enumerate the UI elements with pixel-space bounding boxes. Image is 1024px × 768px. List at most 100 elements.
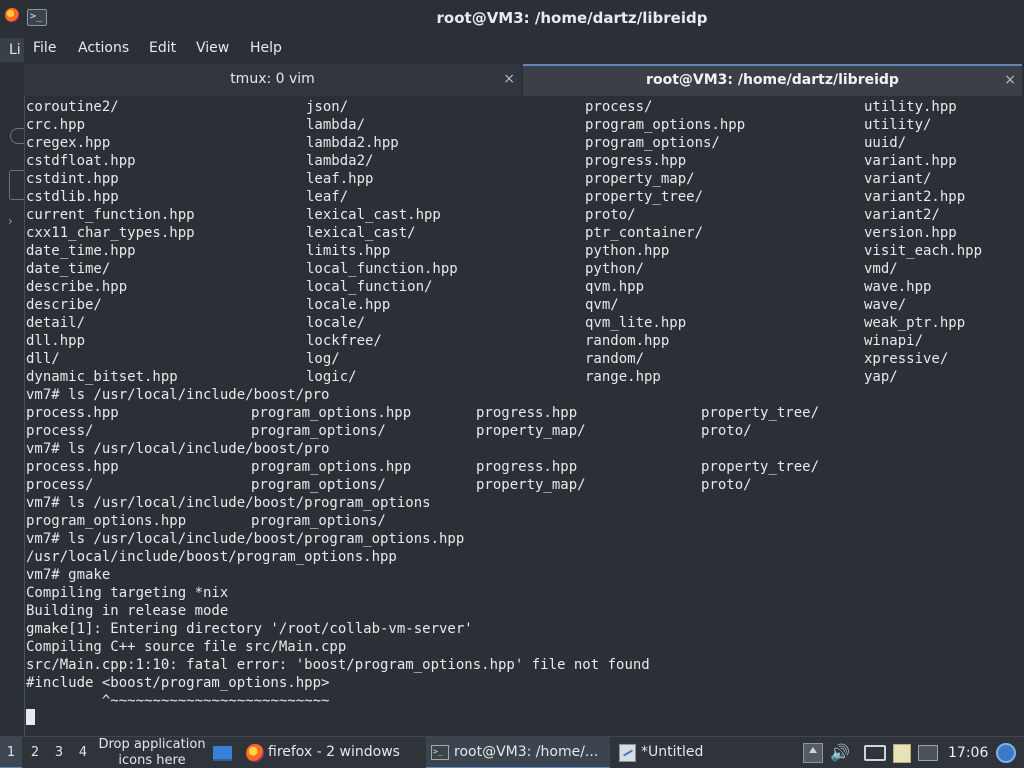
terminal-text: winapi/ [864, 333, 924, 349]
terminal-icon: >_ [431, 745, 449, 760]
terminal-text: proto/ [701, 423, 752, 439]
window-titlebar[interactable]: >_ root@VM3: /home/dartz/libreidp [24, 0, 1024, 36]
terminal-text: #include <boost/program_options.hpp> [26, 675, 330, 691]
terminal-text: property_map/ [585, 171, 695, 187]
terminal-text: vmd/ [864, 261, 898, 277]
network-icon[interactable] [864, 745, 886, 761]
desktop-widget-edge [9, 170, 24, 200]
terminal-text: wave/ [864, 297, 907, 313]
terminal-text: vm7# ls /usr/local/include/boost/program… [26, 531, 465, 547]
terminal-text: property_tree/ [701, 405, 820, 421]
quicklaunch-drop-area[interactable]: Drop application icons here [94, 737, 210, 768]
show-desktop-icon[interactable] [213, 746, 232, 761]
terminal-text: lambda2.hpp [306, 135, 399, 151]
terminal-text: lexical_cast.hpp [306, 207, 441, 223]
terminal-text: random/ [585, 351, 645, 367]
terminal-text: proto/ [701, 477, 752, 493]
terminal-text: wave.hpp [864, 279, 932, 295]
terminal-text: program_options/ [251, 423, 386, 439]
terminal-text: lexical_cast/ [306, 225, 416, 241]
terminal-text: src/Main.cpp:1:10: fatal error: 'boost/p… [26, 657, 650, 673]
terminal-text: json/ [306, 99, 349, 115]
terminal-text: python/ [585, 261, 645, 277]
keyboard-icon[interactable] [918, 745, 938, 761]
tab-tmux[interactable]: tmux: 0 vim × [24, 64, 521, 96]
terminal-window: >_ root@VM3: /home/dartz/libreidp File A… [24, 0, 1024, 736]
terminal-text: visit_each.hpp [864, 243, 983, 259]
workspace-2[interactable]: 2 [24, 737, 46, 768]
terminal-text: process.hpp [26, 405, 119, 421]
terminal-text: date_time/ [26, 261, 111, 277]
terminal-text: local_function/ [306, 279, 433, 295]
terminal-text: variant.hpp [864, 153, 957, 169]
close-icon[interactable]: × [1004, 66, 1016, 95]
terminal-text: utility.hpp [864, 99, 957, 115]
task-label: *Untitled [641, 744, 704, 760]
terminal-text: variant2.hpp [864, 189, 966, 205]
terminal-text: program_options/ [251, 477, 386, 493]
terminal-text: process.hpp [26, 459, 119, 475]
terminal-text: proto/ [585, 207, 636, 223]
desktop-background: Li › [0, 0, 24, 736]
menu-edit[interactable]: Edit [149, 40, 176, 56]
terminal-text: describe.hpp [26, 279, 128, 295]
terminal-text: current_function.hpp [26, 207, 195, 223]
terminal-text: random.hpp [585, 333, 670, 349]
terminal-text: lockfree/ [306, 333, 382, 349]
terminal-text: gmake[1]: Entering directory '/root/coll… [26, 621, 473, 637]
terminal-text: cstdlib.hpp [26, 189, 119, 205]
terminal-text: property_tree/ [701, 459, 820, 475]
terminal-text: program_options.hpp [251, 405, 412, 421]
upload-icon[interactable] [803, 743, 823, 763]
firefox-icon [246, 744, 264, 762]
desktop-item-label[interactable]: Li [0, 38, 24, 62]
workspace-3[interactable]: 3 [48, 737, 70, 768]
tab-root-shell[interactable]: root@VM3: /home/dartz/libreidp × [523, 64, 1022, 96]
terminal-text: dynamic_bitset.hpp [26, 369, 178, 385]
terminal-text: coroutine2/ [26, 99, 119, 115]
terminal-text: dll.hpp [26, 333, 86, 349]
terminal-text: describe/ [26, 297, 102, 313]
menu-file[interactable]: File [33, 40, 56, 56]
firefox-desktop-icon[interactable] [5, 8, 19, 22]
terminal-text: limits.hpp [306, 243, 391, 259]
terminal-output[interactable]: coroutine2/json/process/utility.hpp crc.h… [24, 96, 1024, 736]
tab-label: root@VM3: /home/dartz/libreidp [646, 72, 899, 88]
terminal-text: locale/ [306, 315, 366, 331]
terminal-text: property_tree/ [585, 189, 704, 205]
terminal-text: utility/ [864, 117, 932, 133]
terminal-text: xpressive/ [864, 351, 949, 367]
terminal-text: vm7# ls /usr/local/include/boost/program… [26, 495, 431, 511]
close-icon[interactable]: × [503, 64, 515, 95]
clock[interactable]: 17:06 [948, 737, 988, 768]
task-terminal[interactable]: >_ root@VM3: /home/... [426, 737, 610, 768]
terminal-text: program_options.hpp [585, 117, 746, 133]
terminal-text: /usr/local/include/boost/program_options… [26, 549, 397, 565]
terminal-text: program_options/ [251, 513, 386, 529]
app-menu-icon[interactable] [996, 743, 1016, 763]
clipboard-icon[interactable] [893, 744, 911, 763]
terminal-text: version.hpp [864, 225, 957, 241]
terminal-text: qvm/ [585, 297, 619, 313]
terminal-text: progress.hpp [476, 459, 578, 475]
terminal-text: qvm_lite.hpp [585, 315, 687, 331]
terminal-text: log/ [306, 351, 340, 367]
workspace-1[interactable]: 1 [0, 737, 22, 768]
terminal-text: progress.hpp [585, 153, 687, 169]
menu-view[interactable]: View [196, 40, 229, 56]
terminal-text: detail/ [26, 315, 86, 331]
workspace-4[interactable]: 4 [72, 737, 94, 768]
desktop-widget-edge [10, 128, 24, 144]
terminal-text: program_options.hpp [251, 459, 412, 475]
chevron-right-icon[interactable]: › [8, 214, 13, 228]
terminal-text: local_function.hpp [306, 261, 458, 277]
task-text-editor[interactable]: *Untitled [614, 737, 794, 768]
terminal-text: variant/ [864, 171, 932, 187]
menu-actions[interactable]: Actions [78, 40, 129, 56]
menu-help[interactable]: Help [250, 40, 282, 56]
terminal-text: logic/ [306, 369, 357, 385]
volume-icon[interactable]: 🔊 [830, 743, 850, 763]
terminal-text: cstdint.hpp [26, 171, 119, 187]
terminal-text: property_map/ [476, 477, 586, 493]
task-firefox[interactable]: firefox - 2 windows [242, 737, 422, 768]
